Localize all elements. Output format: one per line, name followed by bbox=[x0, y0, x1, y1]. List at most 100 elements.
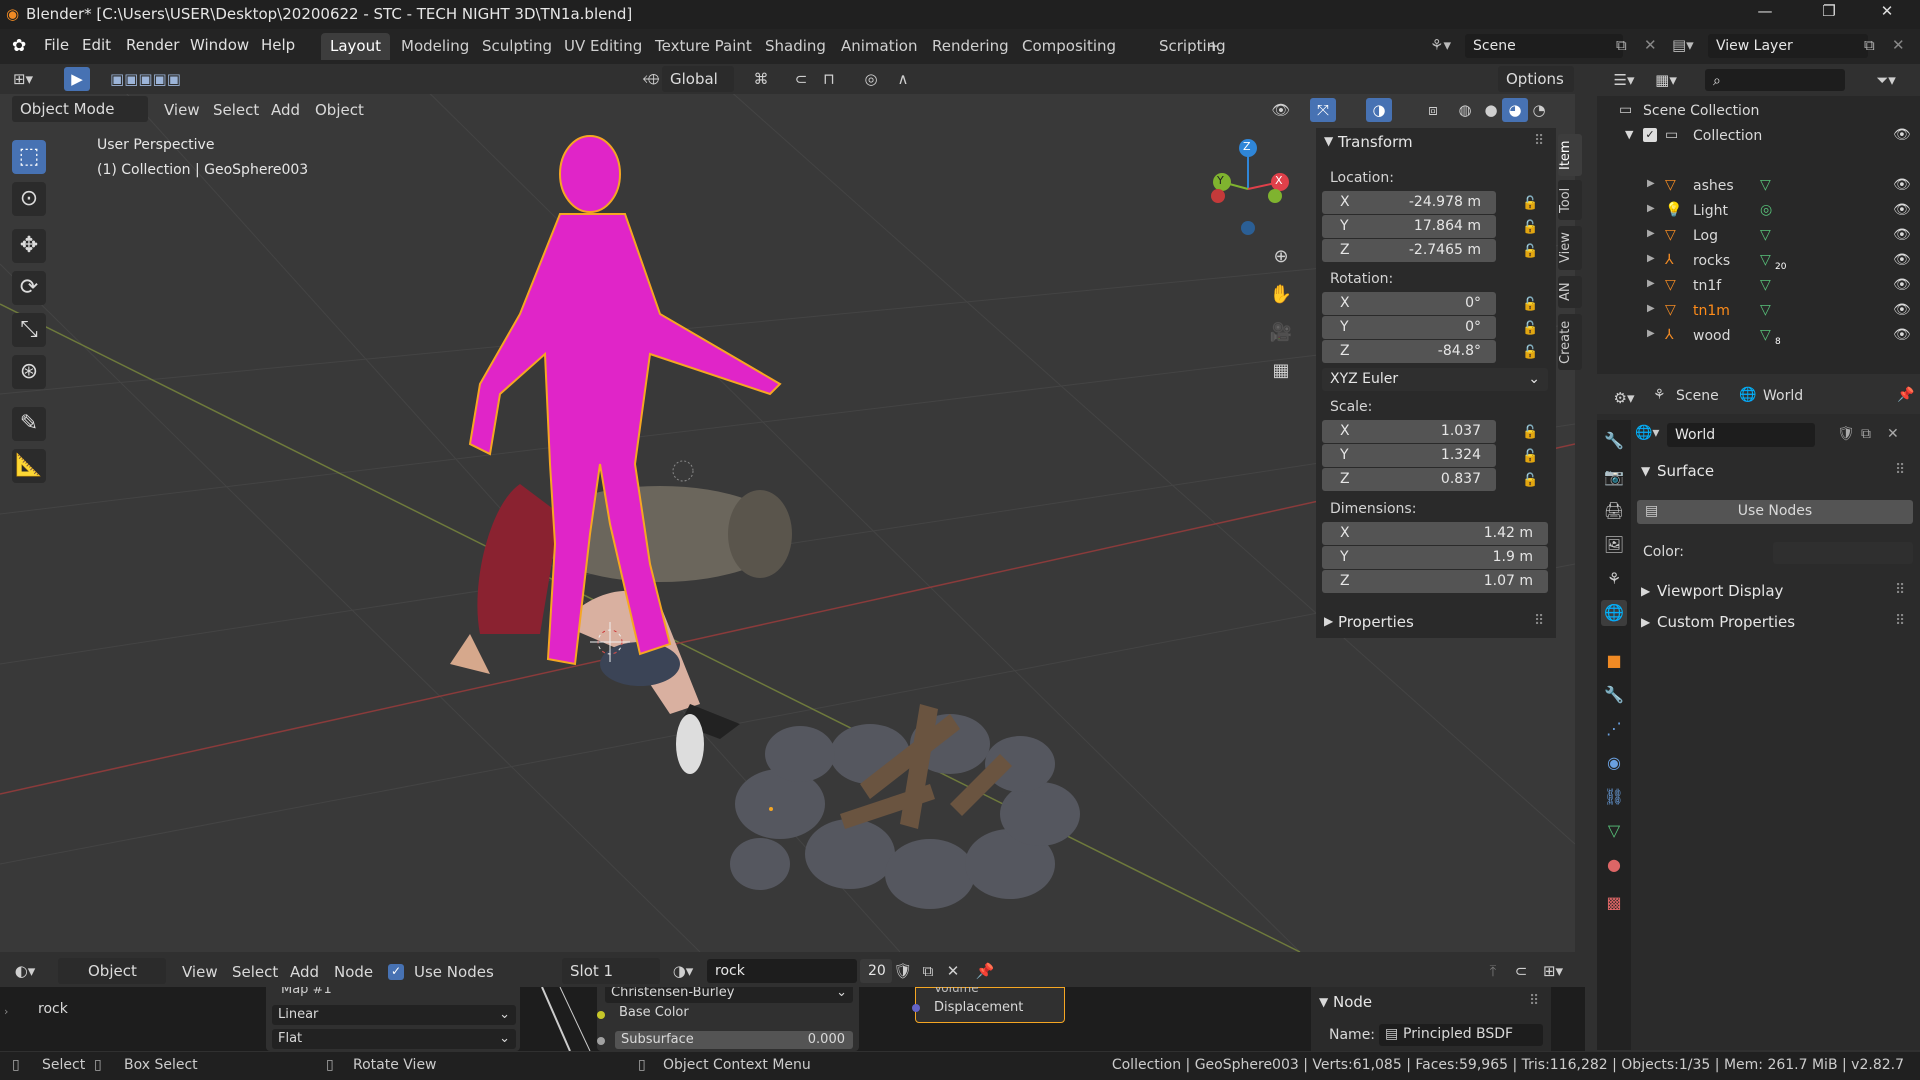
socket-icon[interactable] bbox=[597, 1037, 605, 1045]
xray-icon[interactable]: ⧈ bbox=[1420, 98, 1446, 122]
outliner-item[interactable]: ▶ ⅄ rocks ▽ 20 👁 bbox=[1597, 250, 1920, 275]
falloff-icon[interactable]: ∧ bbox=[890, 67, 916, 91]
expand-arrow-icon[interactable]: ▼ bbox=[1641, 464, 1650, 478]
tab-animation[interactable]: Animation bbox=[832, 33, 926, 60]
menu-file[interactable]: File bbox=[44, 36, 69, 54]
expand-arrow-icon[interactable]: ▶ bbox=[1641, 584, 1650, 598]
eye-icon[interactable]: 👁 bbox=[1893, 202, 1911, 218]
outliner-item[interactable]: ▶ ▽ tn1f ▽ 👁 bbox=[1597, 275, 1920, 300]
cursor-tool[interactable]: ⊙ bbox=[12, 182, 46, 216]
filter-icon[interactable]: ⏷▾ bbox=[1873, 68, 1899, 92]
material-users-count[interactable]: 20 bbox=[860, 959, 892, 983]
scene-tab-icon[interactable]: ⚘ bbox=[1601, 566, 1627, 592]
node-snap-target-icon[interactable]: ⊞▾ bbox=[1540, 959, 1566, 983]
expand-arrow-icon[interactable]: ▶ bbox=[1641, 615, 1650, 629]
object-data-icon[interactable]: ▽ bbox=[1760, 302, 1771, 318]
image-texture-node[interactable]: Map #1 Linear ⌄ Flat ⌄ bbox=[266, 987, 520, 1051]
lock-icon[interactable]: 🔓 bbox=[1522, 244, 1538, 259]
drag-handle-icon[interactable]: ⠿ bbox=[1895, 613, 1905, 629]
breadcrumb-world[interactable]: World bbox=[1763, 388, 1803, 404]
object-data-icon[interactable]: ▽ bbox=[1760, 227, 1771, 243]
wireframe-shading-icon[interactable]: ◍ bbox=[1452, 98, 1478, 122]
tool-settings-tab-icon[interactable]: 🔧 bbox=[1601, 428, 1627, 454]
tab-rendering[interactable]: Rendering bbox=[923, 33, 1018, 60]
expand-arrow-icon[interactable]: ▶ bbox=[1647, 203, 1655, 214]
outliner-search-input[interactable]: ⌕ bbox=[1705, 69, 1845, 91]
eye-icon[interactable]: 👁 bbox=[1893, 302, 1911, 318]
color-swatch[interactable] bbox=[1773, 542, 1913, 564]
location-x-field[interactable]: X -24.978 m bbox=[1322, 191, 1496, 214]
expand-arrow-icon[interactable]: ▶ bbox=[1647, 178, 1655, 189]
lock-icon[interactable]: 🔓 bbox=[1522, 473, 1538, 488]
select-tool-icon[interactable]: ▶ bbox=[64, 67, 90, 91]
custom-properties-header[interactable]: Custom Properties bbox=[1657, 613, 1795, 631]
object-data-icon[interactable]: ▽ bbox=[1760, 327, 1771, 343]
fake-user-icon[interactable]: 🛡 bbox=[890, 959, 916, 983]
properties-editor-icon[interactable]: ⚙▾ bbox=[1611, 386, 1637, 410]
lock-icon[interactable]: 🔓 bbox=[1522, 220, 1538, 235]
object-tab-icon[interactable]: ■ bbox=[1601, 648, 1627, 674]
snap-node-icon[interactable]: ⊂ bbox=[1508, 959, 1534, 983]
duplicate-material-icon[interactable]: ⧉ bbox=[915, 959, 941, 983]
eye-icon[interactable]: 👁 bbox=[1893, 127, 1911, 143]
tab-uv-editing[interactable]: UV Editing bbox=[555, 33, 651, 60]
node-panel-header[interactable]: Node bbox=[1333, 993, 1372, 1011]
expand-arrow-icon[interactable]: ▶ bbox=[1647, 303, 1655, 314]
move-tool[interactable]: ✥ bbox=[12, 229, 46, 263]
location-y-field[interactable]: Y 17.864 m bbox=[1322, 215, 1496, 238]
outliner-collection[interactable]: ▼ ✓ ▭ Collection 👁 bbox=[1597, 125, 1920, 150]
shader-type-dropdown[interactable]: Object bbox=[58, 958, 166, 984]
pivot-icon[interactable]: ⌘ bbox=[748, 67, 774, 91]
viewport-menu-view[interactable]: View bbox=[164, 101, 200, 119]
object-data-icon[interactable]: ▽ bbox=[1760, 277, 1771, 293]
scale-z-field[interactable]: Z 0.837 bbox=[1322, 468, 1496, 491]
drag-handle-icon[interactable]: ⠿ bbox=[1895, 462, 1905, 478]
tab-texture-paint[interactable]: Texture Paint bbox=[646, 33, 761, 60]
menu-edit[interactable]: Edit bbox=[82, 36, 111, 54]
expand-arrow-icon[interactable]: ▶ bbox=[1647, 253, 1655, 264]
scene-selector-icon[interactable]: ⚘▾ bbox=[1430, 36, 1451, 54]
selection-mode-icons[interactable]: ▣▣▣▣▣ bbox=[110, 67, 181, 91]
outliner-item[interactable]: ▶ ▽ Log ▽ 👁 bbox=[1597, 225, 1920, 250]
outliner-item[interactable]: ▶ 💡 Light ◎ 👁 bbox=[1597, 200, 1920, 225]
scale-tool[interactable]: ⤡ bbox=[12, 313, 46, 347]
new-scene-icon[interactable]: ⧉ bbox=[1616, 36, 1627, 54]
output-tab-icon[interactable]: 🖨 bbox=[1601, 498, 1627, 524]
new-world-icon[interactable]: ⧉ bbox=[1861, 426, 1871, 442]
tab-view[interactable]: View bbox=[1558, 226, 1582, 270]
editor-type-icon[interactable]: ⊞▾ bbox=[10, 67, 36, 91]
lock-icon[interactable]: 🔓 bbox=[1522, 345, 1538, 360]
add-workspace-button[interactable]: + bbox=[1198, 33, 1229, 60]
blender-menu-icon[interactable]: ✿ bbox=[12, 36, 26, 56]
parent-node-tree-icon[interactable]: ⤒ bbox=[1480, 959, 1506, 983]
scale-y-field[interactable]: Y 1.324 bbox=[1322, 444, 1496, 467]
mode-dropdown[interactable]: Object Mode bbox=[12, 96, 148, 122]
tab-shading[interactable]: Shading bbox=[756, 33, 835, 60]
view-layer-field[interactable]: View Layer bbox=[1708, 34, 1868, 58]
viewport-display-header[interactable]: Viewport Display bbox=[1657, 582, 1783, 600]
display-mode-icon[interactable]: ▦▾ bbox=[1653, 68, 1679, 92]
tab-item[interactable]: Item bbox=[1558, 134, 1582, 176]
eye-icon[interactable]: 👁 bbox=[1893, 327, 1911, 343]
drag-handle-icon[interactable]: ⠿ bbox=[1534, 613, 1544, 629]
orientation-icon[interactable]: ⬲ bbox=[638, 67, 664, 91]
pin-icon[interactable]: 📌 bbox=[1897, 387, 1914, 403]
object-data-icon[interactable]: ▽ bbox=[1760, 177, 1771, 193]
lock-icon[interactable]: 🔓 bbox=[1522, 297, 1538, 312]
new-view-layer-icon[interactable]: ⧉ bbox=[1864, 36, 1875, 54]
node-menu-select[interactable]: Select bbox=[232, 963, 278, 981]
viewport-menu-object[interactable]: Object bbox=[315, 101, 364, 119]
projection-dropdown[interactable]: Flat ⌄ bbox=[272, 1029, 516, 1049]
use-nodes-button[interactable]: ▤ Use Nodes bbox=[1637, 500, 1913, 524]
viewport-menu-select[interactable]: Select bbox=[213, 101, 259, 119]
collapse-arrow-icon[interactable]: ▼ bbox=[1324, 134, 1333, 148]
use-nodes-checkbox[interactable]: ✓ bbox=[388, 964, 404, 980]
material-shading-icon[interactable]: ◕ bbox=[1502, 98, 1528, 122]
node-menu-add[interactable]: Add bbox=[290, 963, 319, 981]
object-data-icon[interactable]: ◎ bbox=[1760, 202, 1772, 218]
collapse-arrow-icon[interactable]: ▼ bbox=[1319, 995, 1328, 1009]
lock-icon[interactable]: 🔓 bbox=[1522, 321, 1538, 336]
rotation-mode-dropdown[interactable]: XYZ Euler ⌄ bbox=[1322, 368, 1548, 391]
node-menu-view[interactable]: View bbox=[182, 963, 218, 981]
scale-x-field[interactable]: X 1.037 bbox=[1322, 420, 1496, 443]
